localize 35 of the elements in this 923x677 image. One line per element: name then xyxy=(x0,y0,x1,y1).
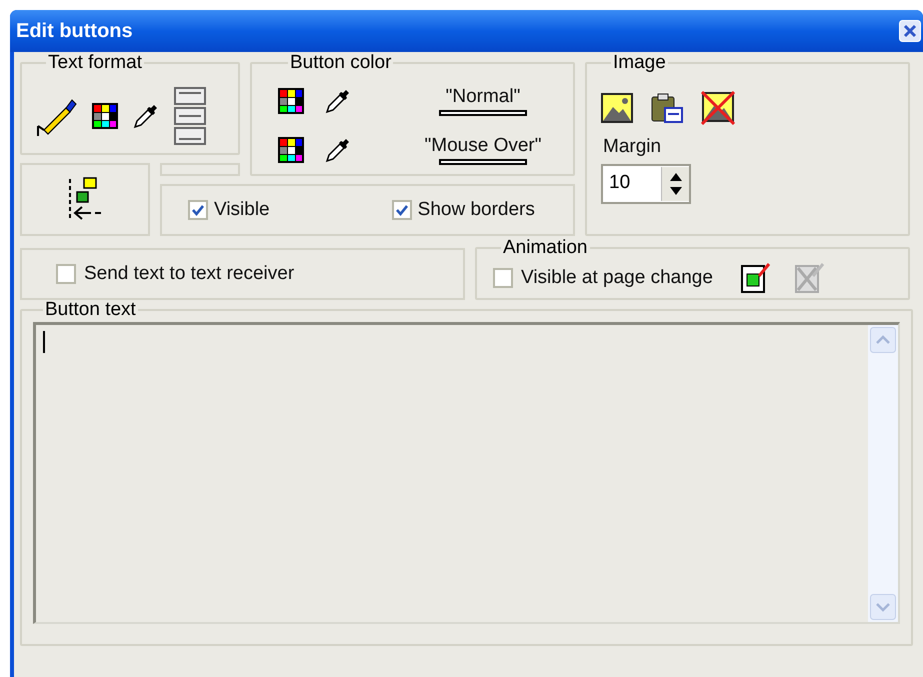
margin-label: Margin xyxy=(603,135,662,159)
align-lines-icon[interactable] xyxy=(174,87,206,145)
text-cursor xyxy=(43,331,45,353)
eyedropper-icon[interactable] xyxy=(132,102,160,130)
group-label: Button color xyxy=(289,53,392,73)
checkbox-label: Show borders xyxy=(418,198,535,222)
clipboard-icon[interactable] xyxy=(651,93,683,123)
checkbox[interactable] xyxy=(392,200,412,220)
picture-delete-icon[interactable] xyxy=(701,91,735,125)
edit-page-icon[interactable] xyxy=(740,262,771,294)
text-area-field[interactable] xyxy=(33,322,900,624)
tree-arrow-icon[interactable] xyxy=(67,176,103,222)
checkbox[interactable] xyxy=(56,264,76,284)
checkbox-label: Send text to text receiver xyxy=(84,262,294,286)
group-label: Animation xyxy=(502,238,588,258)
check-icon xyxy=(394,203,409,217)
color-grid-icon[interactable] xyxy=(92,103,118,129)
check-icon xyxy=(191,203,205,217)
picture-icon[interactable] xyxy=(601,93,633,123)
group-label: Button text xyxy=(44,300,137,320)
spin-arrows-icon[interactable] xyxy=(661,166,689,200)
close-icon[interactable] xyxy=(899,20,921,42)
eyedropper-icon[interactable] xyxy=(324,87,352,116)
window-title: Edit buttons xyxy=(16,19,133,44)
checkbox-label: Visible xyxy=(214,198,270,222)
checkbox[interactable] xyxy=(188,200,208,220)
margin-spin-field[interactable]: 10 xyxy=(601,164,691,204)
group-label: Text format xyxy=(47,53,143,73)
group-label: Image xyxy=(612,53,667,73)
state-label: "Mouse Over" xyxy=(424,134,542,157)
state-label: "Normal" xyxy=(446,86,520,108)
checkbox-label: Visible at page change xyxy=(521,266,713,290)
color-grid-icon[interactable] xyxy=(278,88,304,114)
checkbox[interactable] xyxy=(493,268,513,288)
color-grid-icon[interactable] xyxy=(278,136,304,163)
